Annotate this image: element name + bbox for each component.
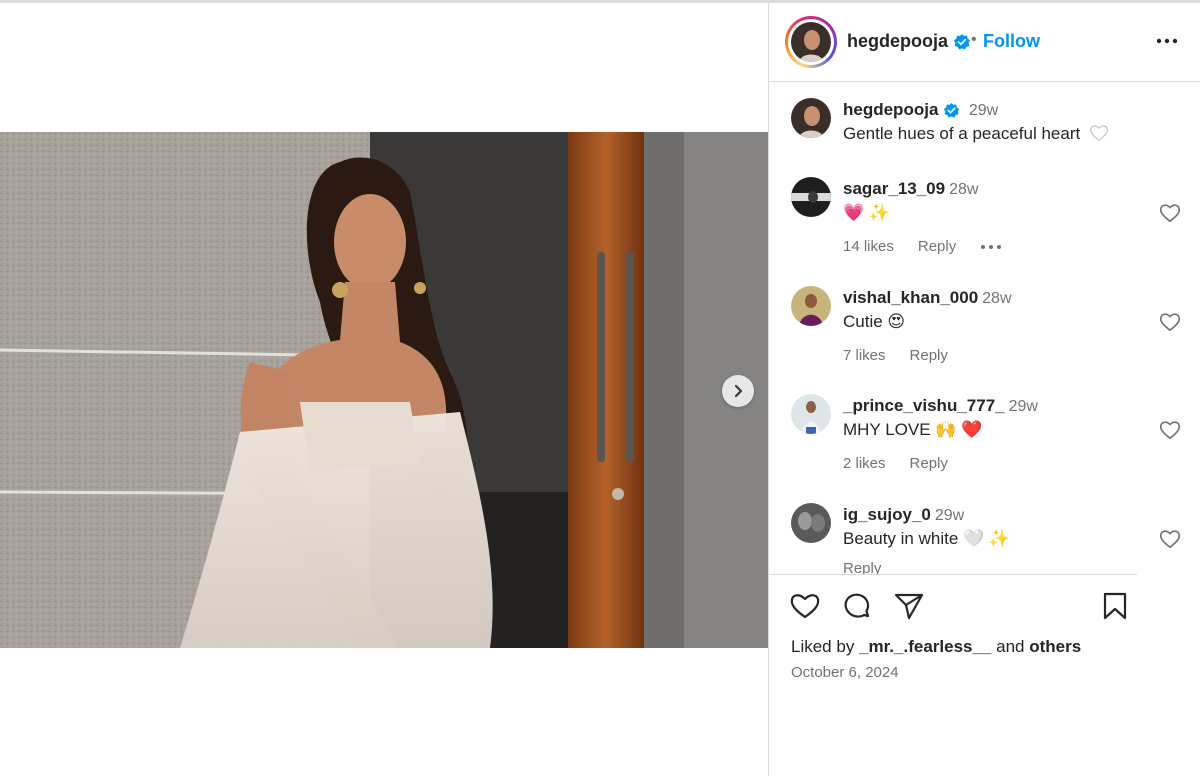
comment-like-heart-icon[interactable] <box>1159 529 1181 549</box>
avatar[interactable] <box>791 394 831 434</box>
caption-text: Gentle hues of a peaceful heart <box>843 124 1109 144</box>
comment-author[interactable]: _prince_vishu_777_ 29w <box>843 396 1038 416</box>
avatar[interactable] <box>791 286 831 326</box>
post-media-area <box>0 3 768 776</box>
comment-more-icon[interactable] <box>980 244 1002 250</box>
comment-time: 28w <box>982 290 1012 307</box>
heart-icon[interactable] <box>789 590 821 622</box>
divider <box>769 574 1137 575</box>
comment-author-text: _prince_vishu_777_ <box>843 396 1005 415</box>
comment-like-heart-icon[interactable] <box>1159 312 1181 332</box>
comments-list[interactable]: hegdepooja 29w Gentle hues of a peaceful… <box>769 83 1200 574</box>
comment-text: MHY LOVE 🙌 ❤️ <box>843 420 983 439</box>
comment-author[interactable]: ig_sujoy_0 29w <box>843 505 964 525</box>
post-header: hegdepooja • Follow <box>769 3 1200 82</box>
comment-meta: 2 likes Reply <box>843 455 972 472</box>
liked-by-user[interactable]: _mr._.fearless__ <box>859 637 991 656</box>
comment-time: 29w <box>1008 398 1038 415</box>
liked-by: Liked by _mr._.fearless__ and others <box>791 637 1081 657</box>
comment-likes[interactable]: 2 likes <box>843 455 886 472</box>
more-options-icon[interactable] <box>1155 31 1179 51</box>
avatar[interactable] <box>791 503 831 543</box>
comment-meta: Reply <box>843 560 905 574</box>
caption-author-text: hegdepooja <box>843 100 939 119</box>
comment-author-text: ig_sujoy_0 <box>843 505 931 524</box>
comment-like-heart-icon[interactable] <box>1159 420 1181 440</box>
comment-meta: 14 likes Reply <box>843 238 1002 255</box>
white-heart-icon <box>1090 125 1108 142</box>
comment-icon[interactable] <box>841 590 873 622</box>
comment-likes[interactable]: 7 likes <box>843 347 886 364</box>
separator-dot: • <box>971 31 977 48</box>
author-username-text: hegdepooja <box>847 31 949 51</box>
verified-badge-icon <box>944 102 960 118</box>
comment-author[interactable]: vishal_khan_000 28w <box>843 288 1012 308</box>
comment-author[interactable]: sagar_13_09 28w <box>843 179 978 199</box>
reply-button[interactable]: Reply <box>910 347 948 364</box>
post-actions: Liked by _mr._.fearless__ and others Oct… <box>769 574 1200 776</box>
caption-text-body: Gentle hues of a peaceful heart <box>843 124 1081 143</box>
author-username[interactable]: hegdepooja <box>847 31 971 52</box>
chevron-right-icon <box>734 384 743 398</box>
story-ring-avatar[interactable] <box>785 16 837 68</box>
post-date[interactable]: October 6, 2024 <box>791 664 899 681</box>
comment-meta: 7 likes Reply <box>843 347 972 364</box>
reply-button[interactable]: Reply <box>843 560 881 574</box>
post-side-panel: hegdepooja • Follow hegdepooja 29w Gentl… <box>768 3 1200 776</box>
bookmark-icon[interactable] <box>1099 590 1131 622</box>
next-image-button[interactable] <box>722 375 754 407</box>
comment-time: 28w <box>949 181 979 198</box>
liked-by-and: and <box>996 637 1025 656</box>
liked-by-prefix: Liked by <box>791 637 855 656</box>
share-icon[interactable] <box>893 590 925 622</box>
post-photo[interactable] <box>0 132 768 648</box>
comment-author-text: vishal_khan_000 <box>843 288 979 307</box>
follow-button[interactable]: Follow <box>983 31 1040 52</box>
liked-by-others[interactable]: others <box>1029 637 1081 656</box>
comment-likes[interactable]: 14 likes <box>843 238 894 255</box>
reply-button[interactable]: Reply <box>918 238 956 255</box>
avatar <box>791 22 831 62</box>
caption-time: 29w <box>968 102 999 119</box>
avatar[interactable] <box>791 98 831 138</box>
comment-like-heart-icon[interactable] <box>1159 203 1181 223</box>
comment-author-text: sagar_13_09 <box>843 179 946 198</box>
caption-author[interactable]: hegdepooja 29w <box>843 100 998 120</box>
avatar[interactable] <box>791 177 831 217</box>
reply-button[interactable]: Reply <box>910 455 948 472</box>
comment-text: 💗 ✨ <box>843 203 891 222</box>
comment-time: 29w <box>934 507 965 524</box>
verified-badge-icon <box>954 34 971 50</box>
comment-text: Cutie 😍 <box>843 312 906 331</box>
comment-text: Beauty in white 🤍 ✨ <box>843 529 1011 548</box>
